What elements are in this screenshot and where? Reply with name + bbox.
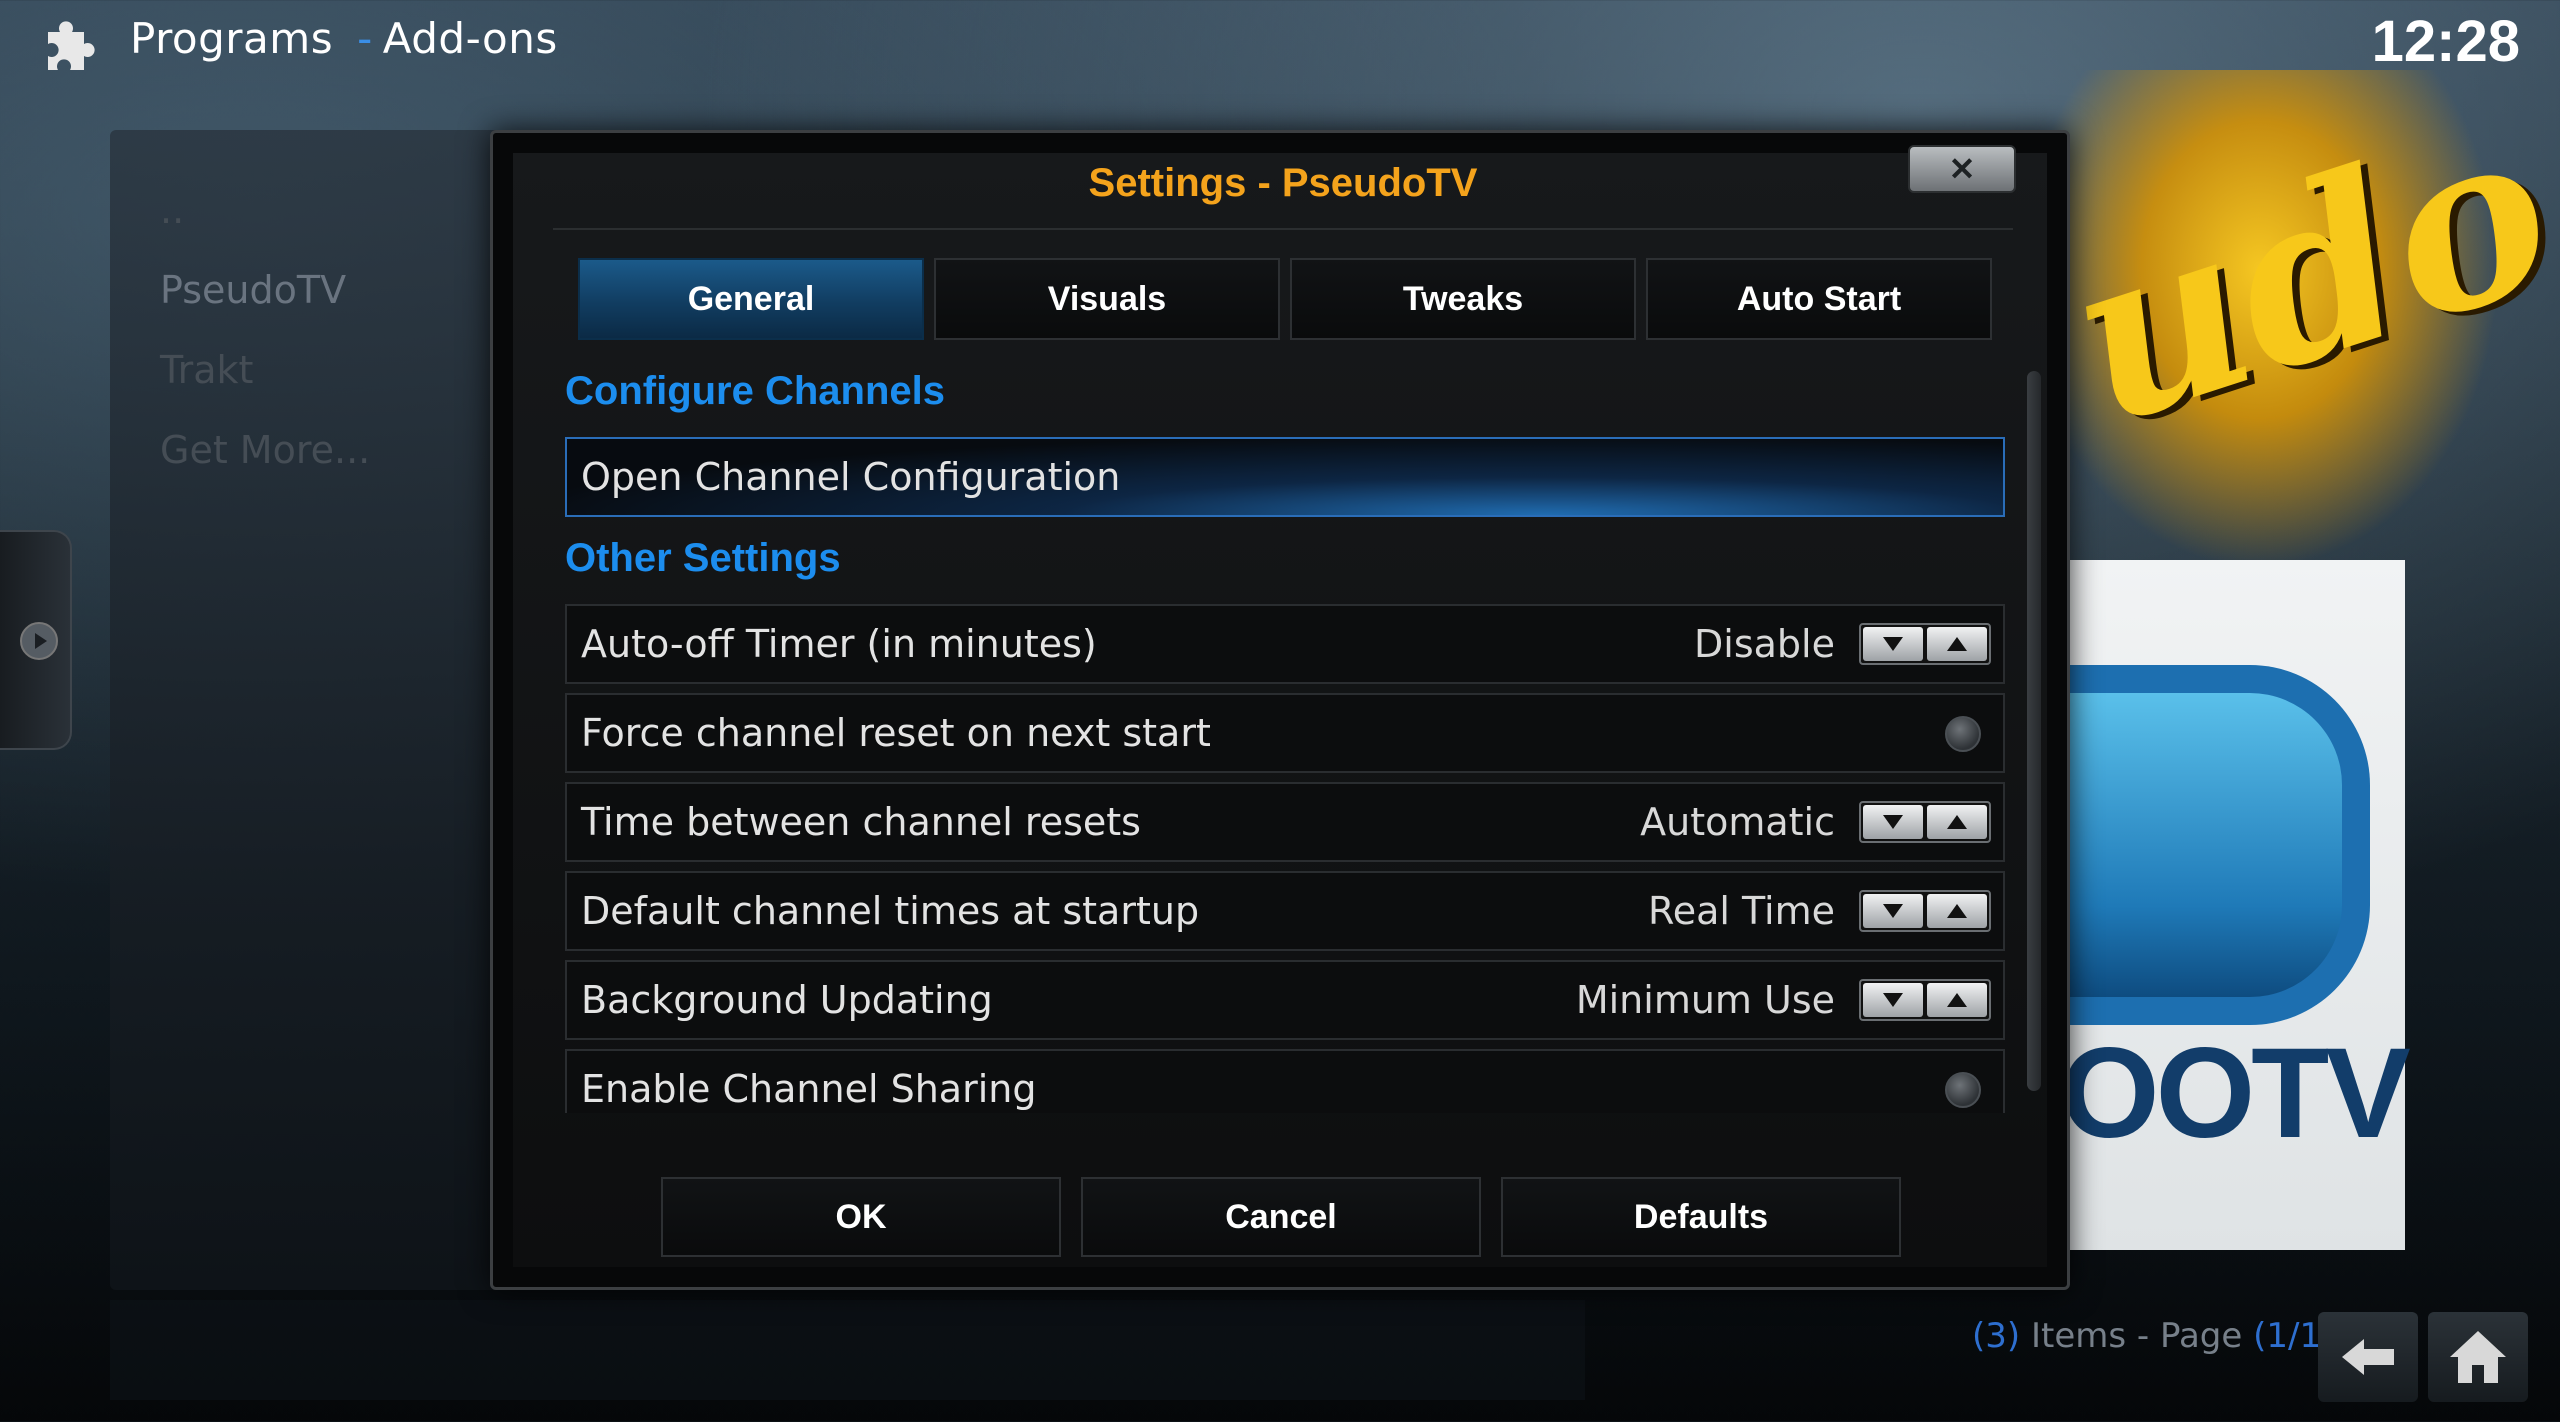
value-spinner: [1859, 890, 1991, 932]
list-item-pseudotv[interactable]: PseudoTV: [160, 250, 370, 330]
setting-value: Minimum Use: [1575, 978, 1835, 1022]
list-item-get-more[interactable]: Get More...: [160, 410, 370, 490]
page-open: (: [2253, 1316, 2267, 1356]
value-spinner: [1859, 979, 1991, 1021]
items-text: Items - Page: [2020, 1316, 2254, 1356]
puzzle-icon: [48, 21, 95, 70]
cancel-button[interactable]: Cancel: [1081, 1177, 1481, 1257]
setting-time-between-resets[interactable]: Time between channel resets Automatic: [565, 782, 2005, 862]
breadcrumb-section: Programs: [130, 14, 334, 63]
spin-down-icon[interactable]: [1863, 983, 1923, 1017]
setting-value: Real Time: [1648, 889, 1835, 933]
setting-auto-off-timer[interactable]: Auto-off Timer (in minutes) Disable: [565, 604, 2005, 684]
section-other-settings: Other Settings: [565, 536, 841, 580]
addon-list: .. PseudoTV Trakt Get More...: [160, 170, 370, 490]
open-channel-config-label: Open Channel Configuration: [581, 455, 1121, 499]
home-button[interactable]: [2428, 1312, 2528, 1402]
breadcrumb: Programs - Add-ons: [130, 14, 558, 63]
items-count: 3: [1985, 1316, 2007, 1356]
open-channel-config-button[interactable]: Open Channel Configuration: [565, 437, 2005, 517]
spin-up-icon[interactable]: [1927, 627, 1987, 661]
spin-down-icon[interactable]: [1863, 627, 1923, 661]
setting-default-channel-times[interactable]: Default channel times at startup Real Ti…: [565, 871, 2005, 951]
spin-down-icon[interactable]: [1863, 894, 1923, 928]
setting-background-updating[interactable]: Background Updating Minimum Use: [565, 960, 2005, 1040]
section-configure-channels: Configure Channels: [565, 369, 946, 413]
poster-logo-graphic: [2060, 665, 2370, 1025]
clock: 12:28: [2371, 9, 2520, 74]
spin-up-icon[interactable]: [1927, 894, 1987, 928]
spin-up-icon[interactable]: [1927, 805, 1987, 839]
radio-toggle-icon[interactable]: [1945, 716, 1981, 752]
setting-value: Automatic: [1640, 800, 1835, 844]
bottom-bar: [110, 1300, 1585, 1400]
back-button[interactable]: [2318, 1312, 2418, 1402]
scrollbar-thumb[interactable]: [2027, 371, 2041, 1091]
value-spinner: [1859, 623, 1991, 665]
setting-label: Default channel times at startup: [581, 889, 1200, 933]
settings-dialog: Settings - PseudoTV ✕ General Visuals Tw…: [490, 130, 2070, 1290]
defaults-button[interactable]: Defaults: [1501, 1177, 1901, 1257]
chevron-right-icon: [20, 622, 58, 660]
list-item-parent[interactable]: ..: [160, 170, 370, 250]
breadcrumb-separator: -: [357, 14, 373, 63]
list-item-trakt[interactable]: Trakt: [160, 330, 370, 410]
ok-button[interactable]: OK: [661, 1177, 1061, 1257]
items-page-info: (3) Items - Page (1/1): [1972, 1316, 2334, 1356]
items-count-open: (: [1972, 1316, 1986, 1356]
setting-enable-channel-sharing[interactable]: Enable Channel Sharing: [565, 1049, 2005, 1113]
setting-label: Enable Channel Sharing: [581, 1067, 1037, 1111]
side-menu-tab[interactable]: [0, 530, 72, 750]
breadcrumb-subsection: Add-ons: [382, 14, 558, 63]
back-arrow-icon: [2342, 1339, 2394, 1375]
home-icon: [2450, 1331, 2506, 1383]
settings-scrollbar[interactable]: [2027, 371, 2041, 1091]
spin-down-icon[interactable]: [1863, 805, 1923, 839]
poster-logo-text: OOTV: [2060, 1022, 2411, 1165]
setting-label: Background Updating: [581, 978, 993, 1022]
page-number: 1/1: [2266, 1316, 2322, 1356]
value-spinner: [1859, 801, 1991, 843]
setting-label: Auto-off Timer (in minutes): [581, 622, 1097, 666]
setting-value: Disable: [1694, 622, 1835, 666]
settings-list: Configure Channels Open Channel Configur…: [493, 133, 2073, 1113]
spin-up-icon[interactable]: [1927, 983, 1987, 1017]
setting-label: Force channel reset on next start: [581, 711, 1211, 755]
radio-toggle-icon[interactable]: [1945, 1072, 1981, 1108]
setting-label: Time between channel resets: [581, 800, 1141, 844]
items-count-close: ): [2006, 1316, 2021, 1356]
setting-force-channel-reset[interactable]: Force channel reset on next start: [565, 693, 2005, 773]
